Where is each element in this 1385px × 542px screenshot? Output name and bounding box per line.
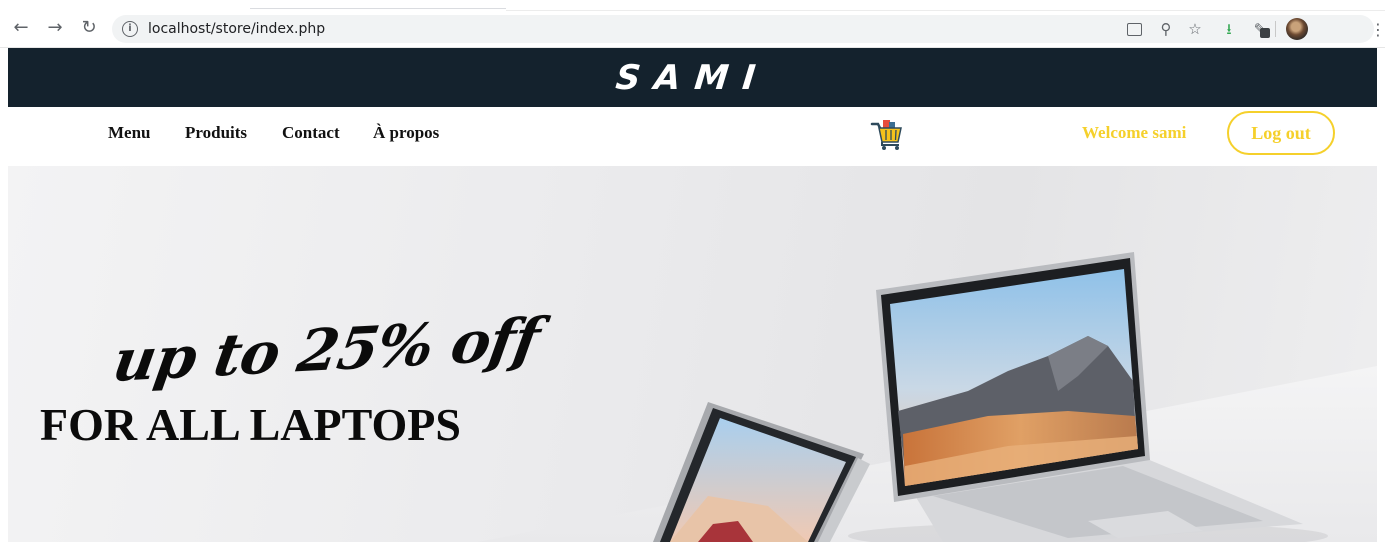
- tab-strip-edge: [250, 8, 506, 9]
- browser-chrome: ← → ↻ i localhost/store/index.php ⚲ ☆ ⭳ …: [0, 0, 1385, 48]
- site-nav: Menu Produits Contact À propos Welcome s…: [8, 107, 1377, 166]
- nav-link-apropos[interactable]: À propos: [373, 123, 439, 143]
- hero-banner: up to 25% off FOR ALL LAPTOPS: [8, 166, 1377, 542]
- back-icon[interactable]: ←: [10, 17, 32, 39]
- welcome-message: Welcome sami: [1082, 123, 1187, 142]
- forward-icon[interactable]: →: [44, 17, 66, 39]
- info-icon[interactable]: i: [122, 21, 138, 37]
- zoom-icon[interactable]: ⚲: [1156, 19, 1176, 39]
- toolbar-separator: [1275, 21, 1276, 37]
- nav-link-contact[interactable]: Contact: [282, 123, 340, 143]
- star-icon[interactable]: ☆: [1185, 19, 1205, 39]
- profile-avatar[interactable]: [1286, 18, 1308, 40]
- pen-extension-icon[interactable]: ✎: [1250, 19, 1270, 39]
- address-bar[interactable]: i localhost/store/index.php ⚲ ☆ ⭳ ✎: [112, 15, 1374, 43]
- promo-headline-main: FOR ALL LAPTOPS: [40, 399, 461, 450]
- reload-icon[interactable]: ↻: [78, 17, 100, 39]
- menu-kebab-icon[interactable]: ⋮: [1370, 20, 1385, 40]
- save-icon[interactable]: ⭳: [1219, 19, 1239, 39]
- tab-strip-edge: [506, 10, 1385, 11]
- shopping-cart-icon[interactable]: [870, 119, 904, 151]
- address-url[interactable]: localhost/store/index.php: [148, 21, 325, 37]
- nav-link-menu[interactable]: Menu: [108, 123, 151, 143]
- logout-button[interactable]: Log out: [1227, 111, 1335, 155]
- brand-logo[interactable]: SAMI: [6, 58, 1379, 98]
- site-header: SAMI: [8, 48, 1377, 107]
- nav-link-produits[interactable]: Produits: [185, 123, 247, 143]
- translate-icon[interactable]: [1124, 19, 1144, 39]
